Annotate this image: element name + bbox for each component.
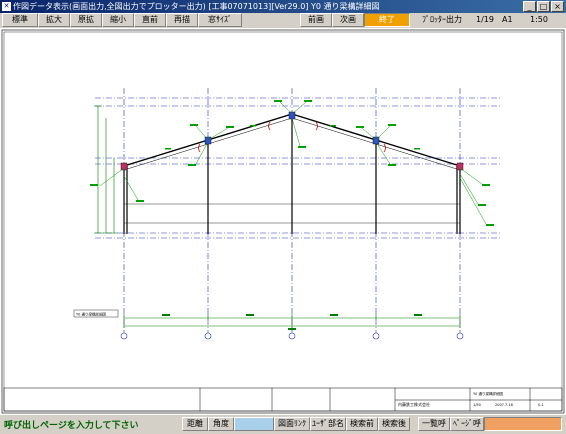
page-number-input[interactable] bbox=[484, 417, 562, 431]
plotter-output-label[interactable]: ﾌﾟﾛｯﾀｰ出力 bbox=[422, 13, 462, 27]
status-bar: 呼び出しページを入力して下さい 距離 角度 図面ﾘﾝｸ ﾕｰｻﾞ部名 検索前 検… bbox=[0, 415, 566, 434]
app-icon: ✕ bbox=[2, 2, 11, 11]
columns bbox=[123, 114, 461, 234]
title-block-sheet: S-1 bbox=[538, 403, 544, 407]
page-counter: 1/19 bbox=[476, 15, 494, 24]
zoom-in-button[interactable]: 拡大 bbox=[38, 13, 70, 27]
maximize-button[interactable]: □ bbox=[537, 1, 550, 12]
distance-button[interactable]: 距離 bbox=[182, 417, 208, 431]
search-prev-button[interactable]: 検索前 bbox=[346, 417, 378, 431]
close-button[interactable]: × bbox=[551, 1, 564, 12]
sheet-inner-border bbox=[3, 31, 563, 412]
search-next-button[interactable]: 検索後 bbox=[378, 417, 410, 431]
exit-button[interactable]: 終了 bbox=[364, 13, 410, 27]
drawing-caption: Y0 通り梁構詳細図 bbox=[76, 312, 106, 317]
grid-bubbles bbox=[120, 332, 464, 340]
standard-button[interactable]: 標準 bbox=[2, 13, 38, 27]
prev-page-button[interactable]: 前画 bbox=[300, 13, 332, 27]
cad-drawing: Y0 通り梁構詳細図 内藤鉄工株式会社 Y0 通り梁構詳細図 1/50 2007… bbox=[1, 29, 565, 414]
redraw-button[interactable]: 再描 bbox=[166, 13, 198, 27]
title-block-drawing-name: Y0 通り梁構詳細図 bbox=[473, 391, 503, 396]
drawing-link-button[interactable]: 図面ﾘﾝｸ bbox=[274, 417, 310, 431]
previous-view-button[interactable]: 直前 bbox=[134, 13, 166, 27]
window-title-bar[interactable]: ✕ 作図データ表示(画面出力,全図出力でプロッター出力) [工事07071013]… bbox=[0, 0, 566, 13]
title-block-date: 2007.7.18 bbox=[495, 403, 513, 407]
page-prompt: 呼び出しページを入力して下さい bbox=[4, 421, 139, 431]
drawing-scale: 1:50 bbox=[530, 15, 548, 24]
angle-button[interactable]: 角度 bbox=[208, 417, 234, 431]
sheet-border bbox=[1, 29, 565, 414]
title-block-scale: 1/50 bbox=[473, 403, 481, 407]
annotation-leaders bbox=[99, 101, 487, 225]
drawing-canvas[interactable]: Y0 通り梁構詳細図 内藤鉄工株式会社 Y0 通り梁構詳細図 1/50 2007… bbox=[0, 28, 566, 415]
grid-lines-horizontal bbox=[95, 97, 500, 239]
window-title: 作図データ表示(画面出力,全図出力でプロッター出力) [工事07071013][… bbox=[13, 2, 380, 11]
original-zoom-button[interactable]: 原拡 bbox=[70, 13, 102, 27]
bottom-dimensions bbox=[123, 314, 461, 328]
window-size-button[interactable]: 窓ｻｲｽﾞ bbox=[198, 13, 242, 27]
page-call-button[interactable]: ﾍﾟｰｼﾞ呼 bbox=[450, 417, 484, 431]
user-part-name-button[interactable]: ﾕｰｻﾞ部名 bbox=[310, 417, 346, 431]
next-page-button[interactable]: 次画 bbox=[332, 13, 364, 27]
input-slot[interactable] bbox=[234, 417, 274, 431]
left-dimensions bbox=[94, 105, 118, 234]
title-block-company: 内藤鉄工株式会社 bbox=[398, 401, 430, 407]
zoom-out-button[interactable]: 縮小 bbox=[102, 13, 134, 27]
paper-size: A1 bbox=[502, 15, 513, 24]
list-call-button[interactable]: 一覧呼 bbox=[418, 417, 450, 431]
minimize-button[interactable]: _ bbox=[523, 1, 536, 12]
window-controls: _ □ × bbox=[523, 1, 564, 12]
